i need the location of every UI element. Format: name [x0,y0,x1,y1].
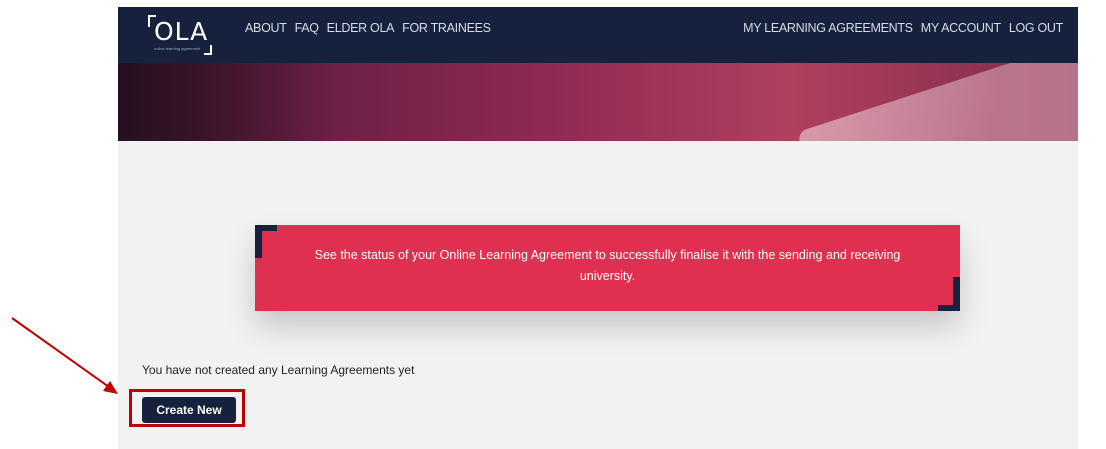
top-navbar: OLA online learning agreement ABOUT FAQ … [118,7,1078,63]
info-banner: See the status of your Online Learning A… [255,225,960,311]
nav-my-account[interactable]: MY ACCOUNT [921,21,1001,35]
arrow-head [103,381,118,394]
nav-for-trainees[interactable]: FOR TRAINEES [402,21,491,35]
banner-text: See the status of your Online Learning A… [314,248,901,283]
page-frame: OLA online learning agreement ABOUT FAQ … [118,7,1078,449]
nav-left-menu: ABOUT FAQ ELDER OLA FOR TRAINEES [245,21,491,35]
nav-right-menu: MY LEARNING AGREEMENTS MY ACCOUNT LOG OU… [743,21,1063,35]
nav-log-out[interactable]: LOG OUT [1009,21,1063,35]
hero-laptop-shape [796,63,1078,141]
banner-corner-bottom-right-h [938,305,960,311]
annotation-arrow [11,317,118,394]
arrow-shaft [11,317,110,388]
nav-faq[interactable]: FAQ [295,21,319,35]
nav-my-learning-agreements[interactable]: MY LEARNING AGREEMENTS [743,21,913,35]
nav-elder-ola[interactable]: ELDER OLA [327,21,395,35]
hero-image [118,63,1078,141]
